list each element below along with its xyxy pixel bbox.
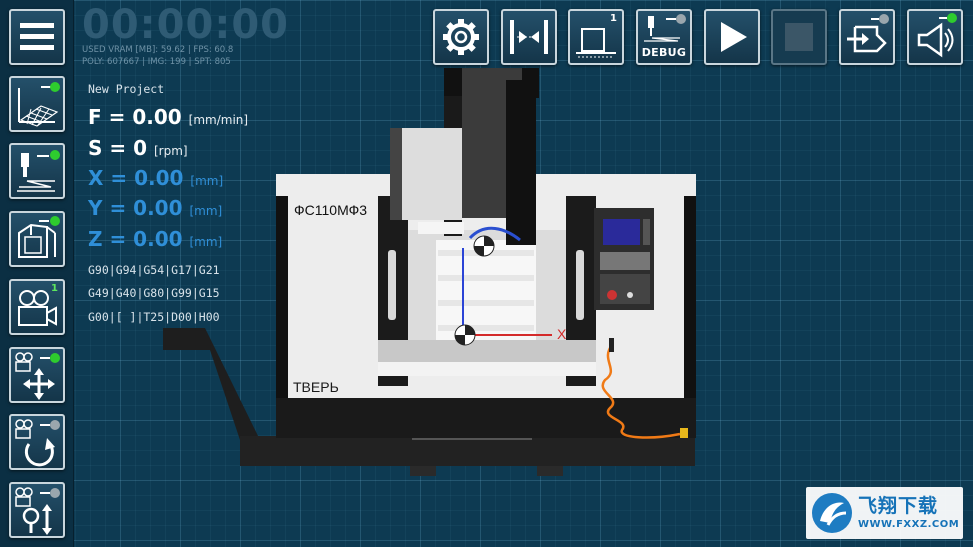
toggle-on-indicator [50,353,60,363]
foot-left [410,466,436,476]
axis-center-icon [510,20,548,54]
toggle-on-indicator [50,216,60,226]
z-unit: [mm] [189,235,223,249]
camera-button[interactable]: 1 [9,279,65,335]
toggle-on-indicator [50,150,60,160]
x-readout: X = 0.00 [mm] [88,166,223,190]
work-zero-marker [454,324,476,346]
play-button[interactable] [704,9,760,65]
project-name: New Project [88,82,165,96]
run-timer: 00:00:00 [82,2,289,48]
workpiece-button[interactable]: 1 [568,9,624,65]
z-readout: Z = 0.00 [mm] [88,227,222,251]
foot-right [537,466,563,476]
workpiece-badge: 1 [610,13,617,24]
toggle-off-indicator [879,14,889,24]
camera-move-icon [15,352,60,400]
debug-label: DEBUG [641,46,687,59]
hamburger-icon [20,23,54,50]
machine-brand-label: ТВЕРЬ [293,379,339,395]
left-sidebar: 1 [0,0,74,547]
bellow-4 [438,325,534,331]
toggle-on-indicator [947,13,957,23]
tool-path-icon [17,150,60,192]
spindle-unit: [rpm] [153,144,188,158]
table [378,340,596,362]
gear-icon [443,19,479,55]
gcode-modal-line2: G49|G40|G80|G99|G15 [88,286,220,300]
toggle-off-indicator [50,420,60,430]
camera-pan-button[interactable] [9,347,65,403]
bellow-3 [438,300,534,306]
toggle-off-indicator [50,488,60,498]
tool-path-toggle-button[interactable] [9,143,65,199]
y-readout: Y = 0.00 [mm] [88,196,222,220]
settings-button[interactable] [433,9,489,65]
spindle-readout: S = 0 [rpm] [88,136,188,160]
stop-icon [785,23,813,51]
render-stats-line2: POLY: 607667 | IMG: 199 | SPT: 805 [82,57,231,67]
machine-zero-button[interactable] [501,9,557,65]
watermark: 飞翔下载 WWW.FXXZ.COM [806,487,963,539]
z-value: Z = 0.00 [88,227,183,251]
debug-button[interactable]: DEBUG [636,9,692,65]
camera-zoom-button[interactable] [9,482,65,538]
machine-base [240,436,695,466]
column-side [506,80,536,245]
camera-rotate-icon [15,419,60,467]
hose-fitting [680,428,688,438]
air-gun [609,338,614,352]
import-button[interactable] [839,9,895,65]
grid-plane-icon [18,82,60,127]
left-door-handle [388,250,396,320]
machine-viewport[interactable] [150,68,710,480]
render-stats-line1: USED VRAM [MB]: 59.62 | FPS: 60.8 [82,45,234,55]
watermark-title: 飞翔下载 [858,495,939,517]
speaker-icon [917,13,957,58]
enclosure-right-edge [684,196,696,398]
camera-rotate-button[interactable] [9,414,65,470]
toggle-off-indicator [676,14,686,24]
camera-badge: 1 [51,283,58,294]
y-unit: [mm] [189,204,223,218]
feed-readout: F = 0.00 [mm/min] [88,105,248,129]
spindle-motor [398,128,462,220]
machine-model-label: ФС110МФ3 [294,202,368,218]
enclosure-left-edge [276,196,288,398]
watermark-url: WWW.FXXZ.COM [858,519,960,530]
cnc-control-panel [594,208,654,310]
spindle-nose [418,222,464,234]
x-value: X = 0.00 [88,166,184,190]
menu-button[interactable] [9,9,65,65]
table-front [378,362,596,376]
camera-zoom-icon [15,487,60,535]
right-door-handle [576,250,584,320]
enclosure-bottom [276,398,696,438]
grid-toggle-button[interactable] [9,76,65,132]
toggle-on-indicator [50,82,60,92]
tool-position-marker [473,235,495,257]
gcode-modal-line3: G00|[ ]|T25|D00|H00 [88,310,220,324]
machine-view-toggle-button[interactable] [9,211,65,267]
import-icon [847,14,889,53]
sound-button[interactable] [907,9,963,65]
feed-value: F = 0.00 [88,105,182,129]
gcode-modal-line1: G90|G94|G54|G17|G21 [88,263,220,277]
feed-unit: [mm/min] [188,113,249,127]
spindle-value: S = 0 [88,136,148,160]
x-axis-label: X [557,326,567,342]
stop-button[interactable] [771,9,827,65]
bellow-2 [438,275,534,281]
watermark-logo-icon [812,493,852,533]
y-value: Y = 0.00 [88,196,183,220]
machine-icon [18,216,60,258]
x-unit: [mm] [190,174,224,188]
motor-cap [390,128,402,220]
play-icon [721,22,747,52]
